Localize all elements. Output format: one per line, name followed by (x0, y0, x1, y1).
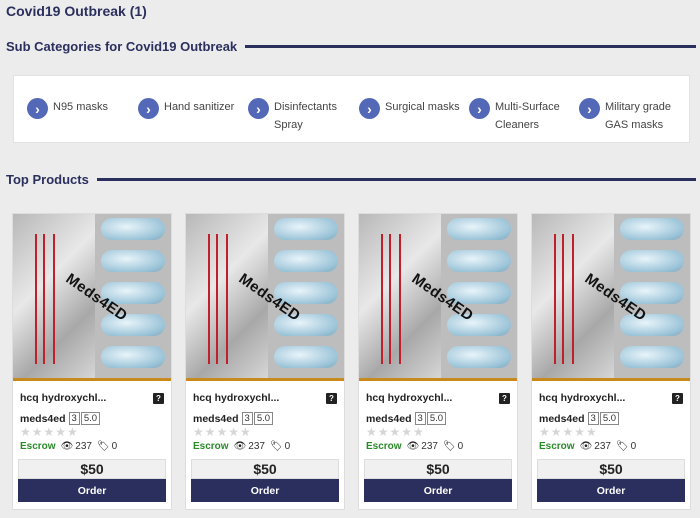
subcategory-label[interactable]: Military grade GAS masks (605, 101, 671, 131)
vendor-name[interactable]: meds4ed (539, 413, 585, 425)
tags-count: 0 (457, 441, 464, 452)
tags-count: 0 (111, 441, 118, 452)
vendor-level-badge: 3 (241, 412, 253, 425)
product-card: Meds4ED hcq hydroxychl... ? meds4ed 3 5.… (358, 213, 518, 510)
product-card: Meds4ED hcq hydroxychl... ? meds4ed 3 5.… (185, 213, 345, 510)
question-icon[interactable]: ? (326, 393, 337, 404)
vendor-info: meds4ed 3 5.0 (539, 412, 620, 425)
chevron-right-icon[interactable]: › (138, 98, 159, 119)
vendor-level-badge: 3 (587, 412, 599, 425)
vendor-rating-badge: 5.0 (599, 412, 620, 425)
vendor-info: meds4ed 3 5.0 (366, 412, 447, 425)
heading-rule (96, 178, 696, 181)
order-button[interactable]: Order (537, 479, 685, 502)
order-button[interactable]: Order (18, 479, 166, 502)
product-name[interactable]: hcq hydroxychl... (366, 392, 452, 404)
star-icon: ★★★★★ (193, 425, 252, 439)
question-icon[interactable]: ? (153, 393, 164, 404)
escrow-label: Escrow (20, 441, 56, 452)
top-products-heading: Top Products (6, 172, 89, 187)
subcategory-label[interactable]: Hand sanitizer (164, 101, 234, 113)
price: $50 (537, 459, 685, 479)
eye-icon: 👁 (406, 441, 420, 452)
order-button[interactable]: Order (191, 479, 339, 502)
escrow-label: Escrow (539, 441, 575, 452)
price: $50 (191, 459, 339, 479)
eye-icon: 👁 (60, 441, 74, 452)
product-image[interactable]: Meds4ED (532, 214, 690, 381)
product-card: Meds4ED hcq hydroxychl... ? meds4ed 3 5.… (12, 213, 172, 510)
subcategory-label[interactable]: Disinfectants Spray (274, 101, 337, 131)
star-rating: ★★★★★ (539, 425, 598, 439)
subcategory-label[interactable]: Multi-Surface Cleaners (495, 101, 560, 131)
product-image[interactable]: Meds4ED (186, 214, 344, 381)
question-icon[interactable]: ? (499, 393, 510, 404)
vendor-name[interactable]: meds4ed (20, 413, 66, 425)
price: $50 (364, 459, 512, 479)
product-name[interactable]: hcq hydroxychl... (20, 392, 106, 404)
vendor-name[interactable]: meds4ed (366, 413, 412, 425)
product-card: Meds4ED hcq hydroxychl... ? meds4ed 3 5.… (531, 213, 691, 510)
tag-icon: 🏷 (442, 441, 456, 452)
views-count: 237 (248, 441, 265, 452)
product-image[interactable]: Meds4ED (359, 214, 517, 381)
heading-rule (245, 45, 696, 48)
product-meta: Escrow 👁 237 🏷 0 (20, 441, 122, 452)
eye-icon: 👁 (579, 441, 593, 452)
product-name[interactable]: hcq hydroxychl... (193, 392, 279, 404)
subcategory-gas-masks[interactable]: › Military grade GAS masks (572, 98, 680, 134)
chevron-right-icon[interactable]: › (27, 98, 48, 119)
star-icon: ★★★★★ (366, 425, 425, 439)
tags-count: 0 (284, 441, 291, 452)
subcategories-heading: Sub Categories for Covid19 Outbreak (6, 39, 238, 54)
views-count: 237 (594, 441, 611, 452)
star-icon: ★★★★★ (539, 425, 598, 439)
tag-icon: 🏷 (615, 441, 629, 452)
escrow-label: Escrow (366, 441, 402, 452)
subcategory-disinfectants-spray[interactable]: › Disinfectants Spray (241, 98, 349, 134)
vendor-rating-badge: 5.0 (426, 412, 447, 425)
views-count: 237 (421, 441, 438, 452)
tag-icon: 🏷 (269, 441, 283, 452)
subcategory-n95-masks[interactable]: › N95 masks (20, 98, 128, 119)
price: $50 (18, 459, 166, 479)
vendor-info: meds4ed 3 5.0 (20, 412, 101, 425)
subcategory-label[interactable]: N95 masks (53, 101, 108, 113)
order-button[interactable]: Order (364, 479, 512, 502)
top-products-header: Top Products (6, 172, 696, 187)
chevron-right-icon[interactable]: › (469, 98, 490, 119)
star-icon: ★★★★★ (20, 425, 79, 439)
chevron-right-icon[interactable]: › (579, 98, 600, 119)
page-title: Covid19 Outbreak (1) (6, 3, 147, 19)
vendor-level-badge: 3 (414, 412, 426, 425)
product-meta: Escrow 👁 237 🏷 0 (193, 441, 295, 452)
vendor-level-badge: 3 (68, 412, 80, 425)
chevron-right-icon[interactable]: › (359, 98, 380, 119)
subcategory-multi-surface-cleaners[interactable]: › Multi-Surface Cleaners (462, 98, 570, 134)
product-name[interactable]: hcq hydroxychl... (539, 392, 625, 404)
product-meta: Escrow 👁 237 🏷 0 (539, 441, 641, 452)
chevron-right-icon[interactable]: › (248, 98, 269, 119)
vendor-rating-badge: 5.0 (253, 412, 274, 425)
subcategory-label[interactable]: Surgical masks (385, 101, 460, 113)
question-icon[interactable]: ? (672, 393, 683, 404)
tags-count: 0 (630, 441, 637, 452)
star-rating: ★★★★★ (193, 425, 252, 439)
eye-icon: 👁 (233, 441, 247, 452)
vendor-info: meds4ed 3 5.0 (193, 412, 274, 425)
star-rating: ★★★★★ (20, 425, 79, 439)
subcategory-hand-sanitizer[interactable]: › Hand sanitizer (131, 98, 239, 119)
views-count: 237 (75, 441, 92, 452)
vendor-rating-badge: 5.0 (80, 412, 101, 425)
subcategories-header: Sub Categories for Covid19 Outbreak (6, 39, 696, 54)
subcategory-surgical-masks[interactable]: › Surgical masks (352, 98, 460, 119)
star-rating: ★★★★★ (366, 425, 425, 439)
escrow-label: Escrow (193, 441, 229, 452)
product-meta: Escrow 👁 237 🏷 0 (366, 441, 468, 452)
subcategories-panel: › N95 masks › Hand sanitizer › Disinfect… (13, 75, 690, 143)
tag-icon: 🏷 (96, 441, 110, 452)
product-image[interactable]: Meds4ED (13, 214, 171, 381)
vendor-name[interactable]: meds4ed (193, 413, 239, 425)
